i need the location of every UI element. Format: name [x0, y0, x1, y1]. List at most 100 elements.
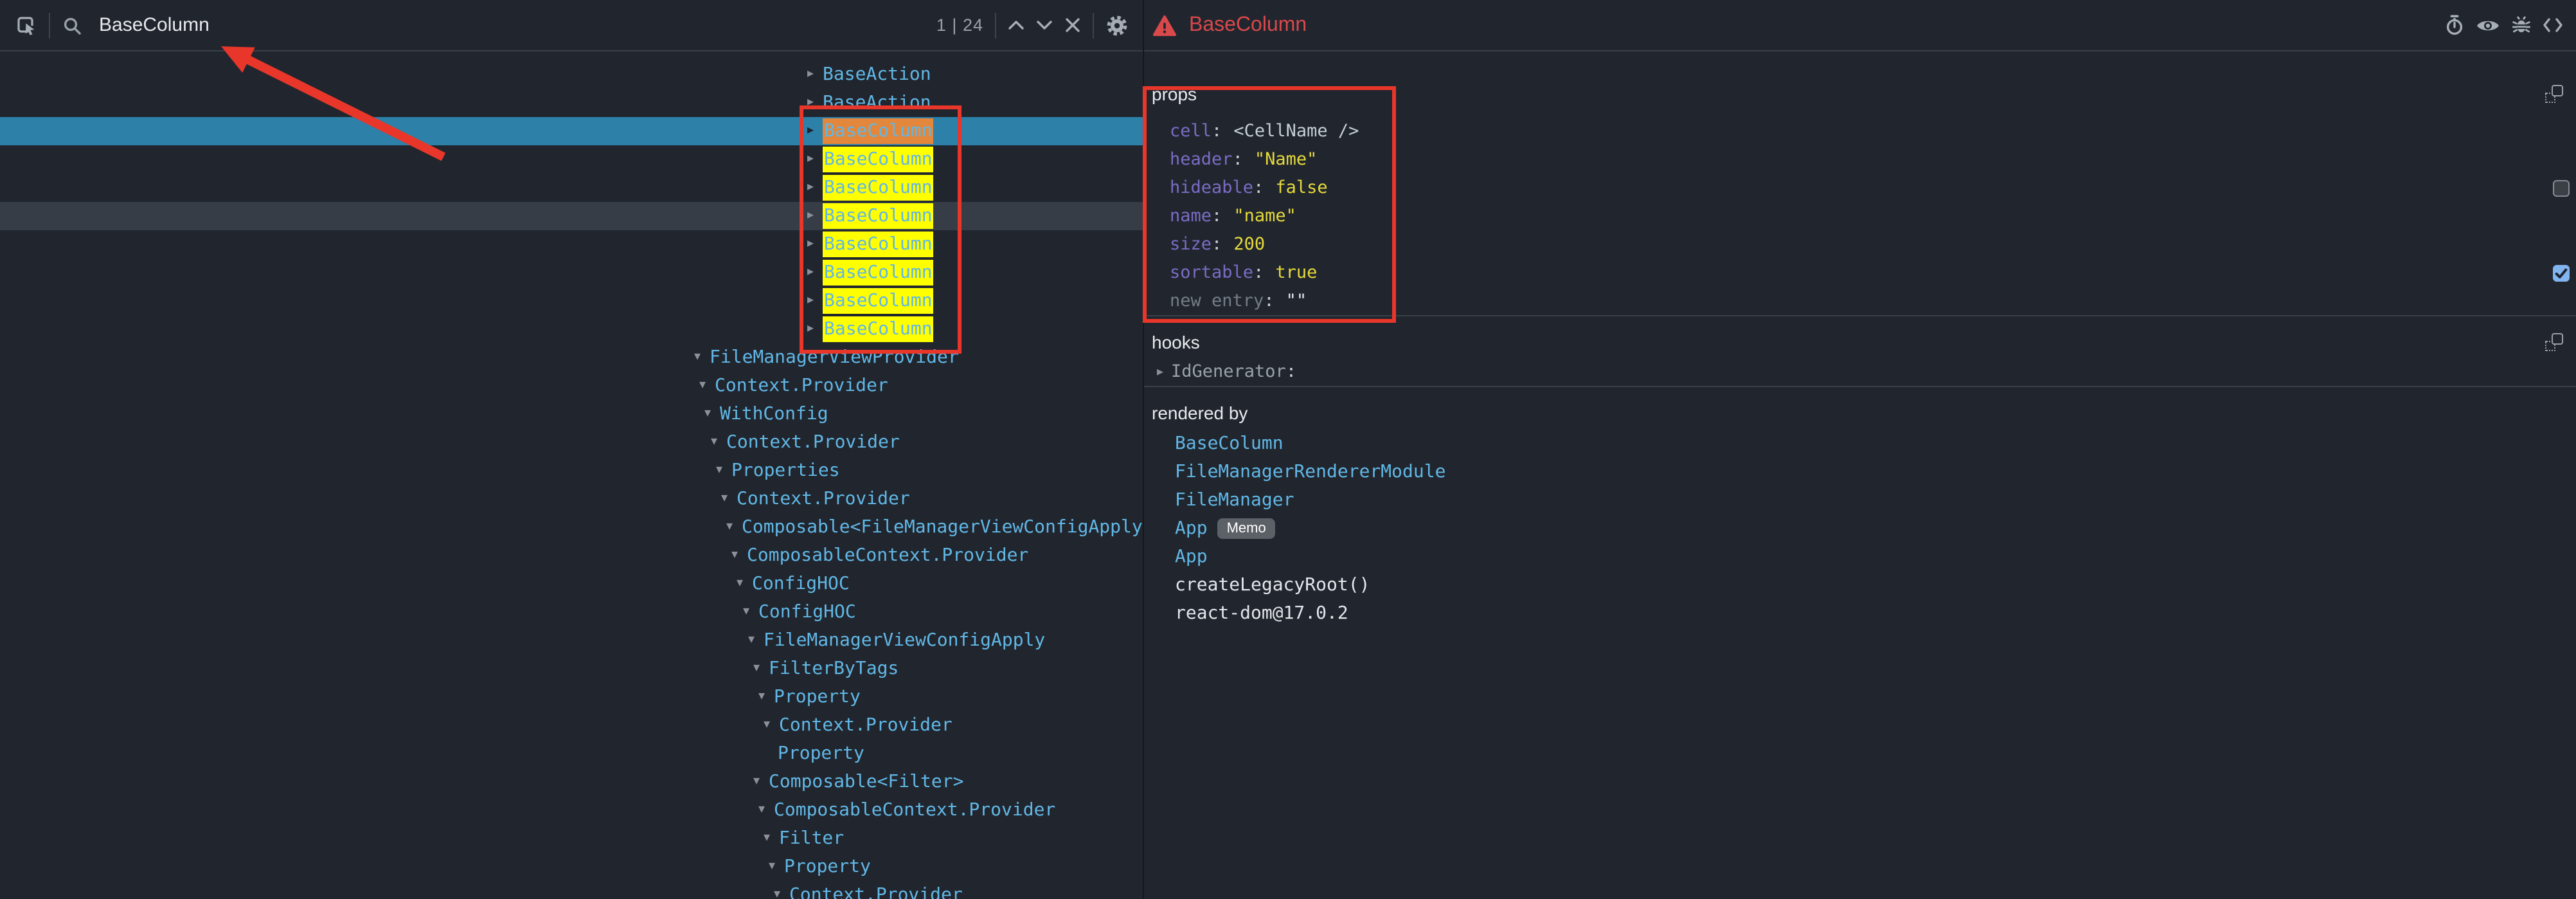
- prop-value[interactable]: "": [1286, 291, 1307, 311]
- gear-icon[interactable]: [1105, 14, 1129, 37]
- chevron-down-icon[interactable]: ▾: [748, 634, 764, 647]
- component-name: BaseColumn: [823, 175, 934, 201]
- tree-row[interactable]: ▸BaseColumn: [0, 174, 1143, 202]
- prop-value[interactable]: true: [1275, 262, 1317, 283]
- tree-row[interactable]: ▾ComposableContext.Provider: [0, 796, 1143, 824]
- chevron-down-icon[interactable]: ▾: [694, 351, 710, 364]
- tree-row[interactable]: ▸BaseColumn: [0, 287, 1143, 315]
- prop-value[interactable]: false: [1275, 177, 1327, 198]
- copy-icon[interactable]: [2545, 85, 2563, 103]
- chevron-down-icon[interactable]: [1036, 19, 1053, 31]
- tree-row[interactable]: ▾ComposableContext.Provider: [0, 541, 1143, 570]
- hook-row[interactable]: ▸IdGenerator:: [1144, 358, 2576, 386]
- tree-row[interactable]: ▾Composable<FileManagerViewConfigApply>: [0, 513, 1143, 541]
- owner-link[interactable]: BaseColumn: [1175, 433, 1284, 454]
- toolbar-divider: [1093, 12, 1094, 38]
- component-name: FileManagerViewConfigApply: [764, 630, 1045, 651]
- tree-row[interactable]: ▸BaseAction: [0, 89, 1143, 117]
- prop-value[interactable]: "name": [1233, 206, 1296, 226]
- owner-link[interactable]: App: [1175, 547, 1208, 567]
- chevron-right-icon[interactable]: ▸: [807, 323, 823, 336]
- tree-row[interactable]: ▸BaseColumn: [0, 202, 1143, 230]
- warning-icon: [1153, 14, 1176, 37]
- chevron-right-icon[interactable]: ▸: [807, 96, 823, 109]
- chevron-down-icon[interactable]: ▾: [769, 860, 784, 873]
- chevron-down-icon[interactable]: ▾: [743, 606, 758, 619]
- tree-row[interactable]: ▾Context.Provider: [0, 428, 1143, 457]
- tree-row[interactable]: ▾FileManagerViewProvider: [0, 343, 1143, 372]
- chevron-right-icon[interactable]: ▸: [807, 181, 823, 194]
- tree-row[interactable]: ▸BaseColumn: [0, 315, 1143, 343]
- component-name: Properties: [731, 460, 840, 481]
- tree-row[interactable]: ▾Context.Provider: [0, 372, 1143, 400]
- owner-link[interactable]: FileManagerRendererModule: [1175, 462, 1445, 482]
- copy-icon[interactable]: [2545, 333, 2563, 351]
- tree-row[interactable]: ▸BaseColumn: [0, 117, 1143, 145]
- chevron-down-icon[interactable]: ▾: [758, 804, 774, 817]
- chevron-down-icon[interactable]: ▾: [716, 464, 731, 477]
- chevron-down-icon[interactable]: ▾: [758, 691, 774, 704]
- chevron-down-icon[interactable]: ▾: [737, 577, 752, 590]
- tree-row[interactable]: ▾FileManagerViewConfigApply: [0, 626, 1143, 655]
- chevron-down-icon[interactable]: ▾: [731, 549, 747, 562]
- tree-row[interactable]: ▾Property: [0, 853, 1143, 881]
- tree-row[interactable]: ▾Context.Provider: [0, 881, 1143, 899]
- close-icon[interactable]: [1064, 17, 1081, 33]
- chevron-down-icon[interactable]: ▾: [699, 379, 715, 392]
- prop-checkbox[interactable]: [2553, 264, 2570, 281]
- bug-icon[interactable]: [2510, 14, 2532, 36]
- component-name: Context.Provider: [789, 885, 963, 899]
- prop-row: size:200: [1144, 230, 2576, 259]
- chevron-down-icon[interactable]: ▾: [764, 719, 779, 732]
- prop-checkbox[interactable]: [2553, 179, 2570, 196]
- component-name: Property: [778, 743, 864, 764]
- chevron-right-icon[interactable]: ▸: [807, 295, 823, 307]
- tree-row[interactable]: ▸BaseColumn: [0, 230, 1143, 259]
- chevron-up-icon[interactable]: [1008, 19, 1024, 31]
- owner-link[interactable]: FileManager: [1175, 490, 1294, 511]
- chevron-down-icon[interactable]: ▾: [774, 889, 789, 899]
- tree-row[interactable]: ▾Filter: [0, 824, 1143, 853]
- eye-icon[interactable]: [2476, 16, 2500, 34]
- chevron-right-icon[interactable]: ▸: [807, 153, 823, 166]
- code-icon[interactable]: [2543, 17, 2563, 33]
- tree-row[interactable]: ▾Context.Provider: [0, 711, 1143, 740]
- rendered-by-item: BaseColumn: [1144, 430, 2576, 458]
- prop-value[interactable]: 200: [1233, 234, 1265, 255]
- tree-row[interactable]: ▾Composable<Filter>: [0, 768, 1143, 796]
- search-input[interactable]: [96, 13, 925, 37]
- tree-row[interactable]: ▾Properties: [0, 457, 1143, 485]
- tree-row[interactable]: ▾ConfigHOC: [0, 570, 1143, 598]
- component-name: BaseColumn: [823, 232, 934, 257]
- chevron-down-icon[interactable]: ▾: [711, 436, 726, 449]
- rendered-by-item: createLegacyRoot(): [1144, 571, 2576, 599]
- chevron-right-icon[interactable]: ▸: [807, 125, 823, 138]
- chevron-down-icon[interactable]: ▾: [721, 493, 737, 505]
- chevron-right-icon[interactable]: ▸: [807, 238, 823, 251]
- tree-row[interactable]: Property: [0, 740, 1143, 768]
- inspect-icon[interactable]: [15, 14, 37, 36]
- tree-row[interactable]: ▾ConfigHOC: [0, 598, 1143, 626]
- chevron-down-icon[interactable]: ▾: [753, 776, 769, 788]
- chevron-down-icon[interactable]: ▾: [704, 408, 720, 421]
- tree-row[interactable]: ▾WithConfig: [0, 400, 1143, 428]
- tree-row[interactable]: ▸BaseColumn: [0, 145, 1143, 174]
- tree-row[interactable]: ▸BaseColumn: [0, 259, 1143, 287]
- chevron-right-icon[interactable]: ▸: [807, 266, 823, 279]
- prop-value[interactable]: <CellName />: [1233, 121, 1359, 141]
- tree-row[interactable]: ▾FilterByTags: [0, 655, 1143, 683]
- chevron-down-icon[interactable]: ▾: [764, 832, 779, 845]
- chevron-down-icon[interactable]: ▾: [726, 521, 742, 534]
- chevron-right-icon[interactable]: ▸: [1157, 365, 1171, 379]
- chevron-right-icon[interactable]: ▸: [807, 68, 823, 81]
- component-name: WithConfig: [720, 404, 828, 424]
- tree-row[interactable]: ▾Property: [0, 683, 1143, 711]
- tree-row[interactable]: ▾Context.Provider: [0, 485, 1143, 513]
- owner-link[interactable]: App: [1175, 518, 1208, 539]
- tree-row[interactable]: ▸BaseAction: [0, 60, 1143, 89]
- chevron-down-icon[interactable]: ▾: [753, 662, 769, 675]
- owner-link: react-dom@17.0.2: [1175, 603, 1348, 624]
- prop-value[interactable]: "Name": [1255, 149, 1318, 170]
- chevron-right-icon[interactable]: ▸: [807, 210, 823, 222]
- timer-icon[interactable]: [2444, 14, 2465, 36]
